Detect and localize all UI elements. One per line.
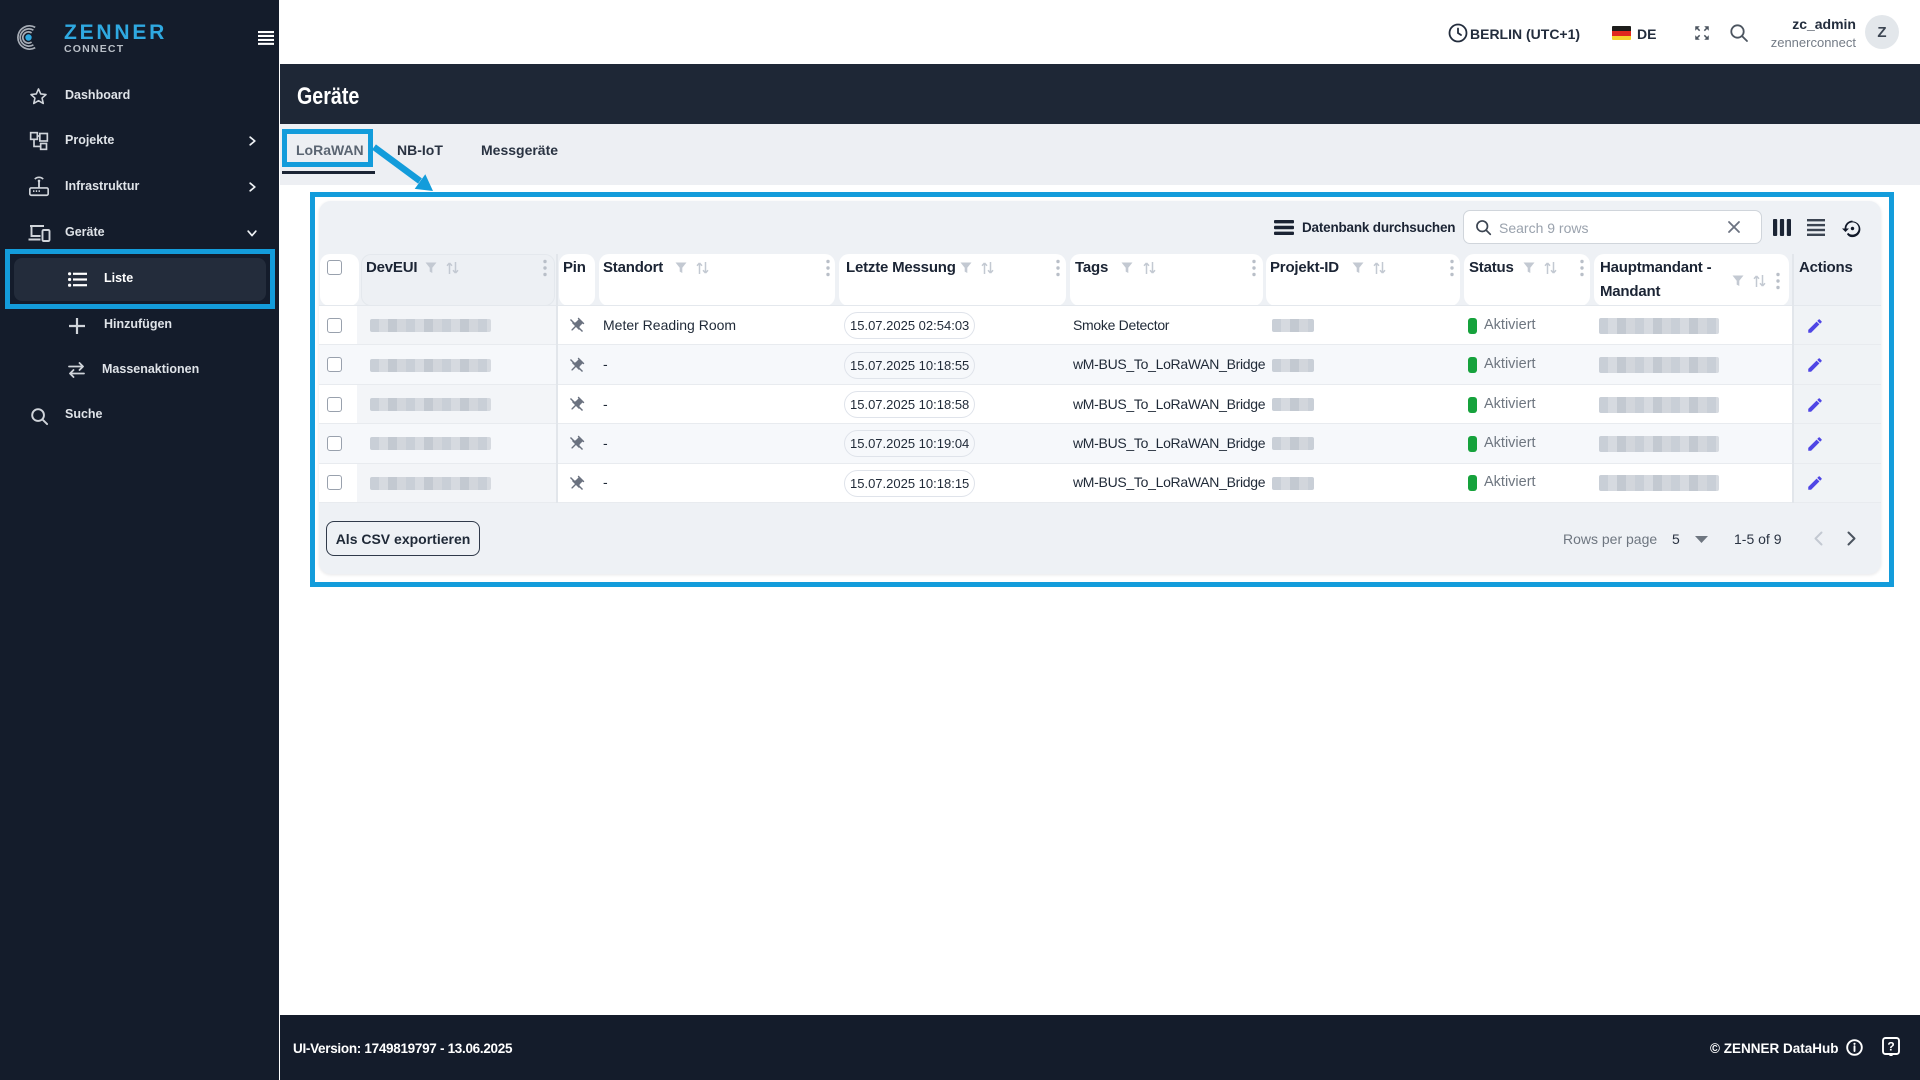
svg-text:?: ? xyxy=(1887,1040,1894,1054)
